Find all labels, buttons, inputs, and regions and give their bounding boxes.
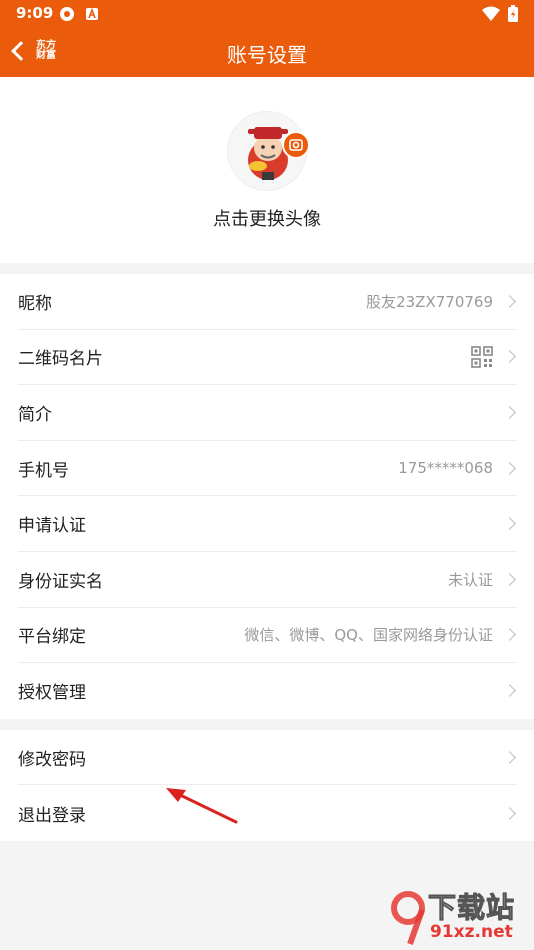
row-label: 申请认证 — [18, 516, 86, 537]
app-header: 9:09 东方 财富 账号设置 — [0, 0, 534, 77]
watermark-logo-icon — [391, 891, 425, 945]
profile-settings-list: 昵称 股友23ZX770769 二维码名片 简介 手机号 175*****068… — [0, 274, 534, 719]
row-label: 二维码名片 — [18, 349, 103, 370]
row-label: 昵称 — [18, 293, 52, 314]
nickname-row[interactable]: 昵称 股友23ZX770769 — [18, 274, 517, 330]
navbar: 东方 财富 账号设置 — [0, 28, 534, 77]
row-label: 退出登录 — [18, 805, 86, 826]
row-value: 股友23ZX770769 — [366, 292, 493, 311]
row-value: 微信、微博、QQ、国家网络身份认证 — [244, 626, 493, 645]
chevron-right-icon — [503, 350, 516, 364]
row-value: 未认证 — [447, 570, 493, 589]
row-label: 手机号 — [18, 460, 69, 481]
platform-binding-row[interactable]: 平台绑定 微信、微博、QQ、国家网络身份认证 — [18, 608, 517, 664]
chevron-right-icon — [503, 294, 516, 308]
apply-verification-row[interactable]: 申请认证 — [18, 496, 517, 552]
avatar-section[interactable]: 点击更换头像 — [0, 77, 534, 263]
logout-row[interactable]: 退出登录 — [18, 785, 517, 841]
row-value: 175*****068 — [398, 459, 493, 478]
id-verification-row[interactable]: 身份证实名 未认证 — [18, 552, 517, 608]
chevron-right-icon — [503, 406, 516, 419]
row-label: 授权管理 — [18, 683, 86, 704]
qrcode-card-row[interactable]: 二维码名片 — [18, 330, 517, 386]
row-label: 平台绑定 — [18, 627, 86, 648]
status-bar: 9:09 — [0, 0, 534, 28]
sync-icon — [60, 7, 74, 21]
battery-icon — [508, 5, 518, 22]
qr-code-icon — [471, 346, 493, 368]
intro-row[interactable]: 简介 — [18, 385, 517, 441]
annotation-arrow-icon — [166, 788, 238, 824]
change-password-row[interactable]: 修改密码 — [18, 730, 517, 786]
watermark-text-url: 91xz.net — [430, 922, 513, 942]
watermark-text-cn: 下载站 — [427, 891, 516, 925]
camera-icon[interactable] — [282, 131, 310, 159]
watermark: 下载站 91xz.net — [384, 880, 534, 950]
chevron-right-icon — [503, 806, 516, 820]
chevron-right-icon — [503, 461, 516, 475]
avatar-change-tip[interactable]: 点击更换头像 — [0, 205, 534, 231]
row-label: 身份证实名 — [18, 571, 103, 592]
chevron-right-icon — [503, 750, 516, 764]
row-label: 简介 — [18, 404, 52, 425]
status-time: 9:09 — [16, 4, 54, 22]
chevron-right-icon — [503, 517, 516, 531]
row-label: 修改密码 — [18, 749, 86, 770]
wifi-icon — [482, 6, 500, 21]
chevron-right-icon — [503, 628, 516, 642]
page-title: 账号设置 — [227, 43, 307, 67]
chevron-right-icon — [503, 684, 516, 698]
chevron-right-icon — [503, 572, 516, 586]
authorization-management-row[interactable]: 授权管理 — [18, 663, 517, 719]
account-actions-list: 修改密码 退出登录 — [0, 729, 534, 841]
font-icon — [86, 7, 98, 20]
phone-row[interactable]: 手机号 175*****068 — [18, 441, 517, 497]
